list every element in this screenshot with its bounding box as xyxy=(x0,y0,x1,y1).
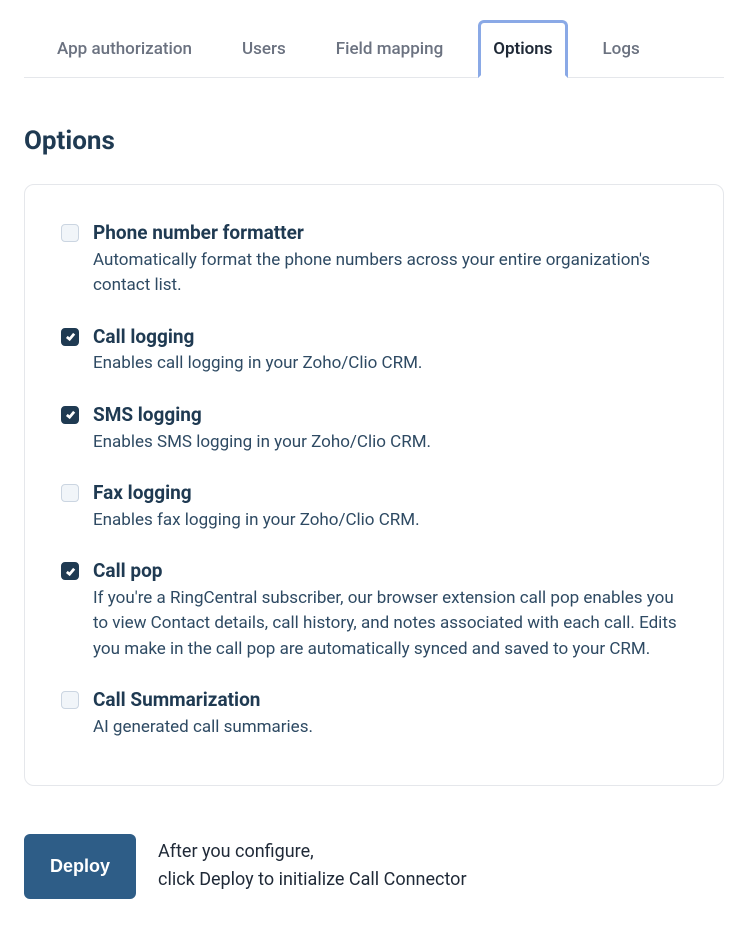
checkmark-icon xyxy=(65,331,76,342)
option-sms-logging: SMS logging Enables SMS logging in your … xyxy=(61,403,687,455)
option-call-logging: Call logging Enables call logging in you… xyxy=(61,325,687,377)
option-title: Call Summarization xyxy=(93,688,687,713)
option-title: Phone number formatter xyxy=(93,221,687,246)
options-card: Phone number formatter Automatically for… xyxy=(24,184,724,786)
option-phone-number-formatter: Phone number formatter Automatically for… xyxy=(61,221,687,299)
option-desc: Enables call logging in your Zoho/Clio C… xyxy=(93,351,687,377)
tabs-bar: App authorization Users Field mapping Op… xyxy=(24,0,724,78)
option-title: Call pop xyxy=(93,559,687,584)
tab-users[interactable]: Users xyxy=(227,20,301,78)
checkbox-call-logging[interactable] xyxy=(61,328,79,346)
checkbox-sms-logging[interactable] xyxy=(61,406,79,424)
option-desc: Enables fax logging in your Zoho/Clio CR… xyxy=(93,508,687,534)
option-title: Call logging xyxy=(93,325,687,350)
checkbox-call-summarization[interactable] xyxy=(61,691,79,709)
footer-line-2: click Deploy to initialize Call Connecto… xyxy=(158,866,467,894)
footer-text: After you configure, click Deploy to ini… xyxy=(158,838,467,894)
page-title: Options xyxy=(24,126,724,156)
option-call-summarization: Call Summarization AI generated call sum… xyxy=(61,688,687,740)
option-call-pop: Call pop If you're a RingCentral subscri… xyxy=(61,559,687,662)
option-desc: AI generated call summaries. xyxy=(93,715,687,741)
option-desc: Automatically format the phone numbers a… xyxy=(93,248,687,299)
tab-logs[interactable]: Logs xyxy=(588,20,655,78)
footer-line-1: After you configure, xyxy=(158,838,467,866)
tab-field-mapping[interactable]: Field mapping xyxy=(321,20,458,78)
checkmark-icon xyxy=(65,409,76,420)
deploy-button[interactable]: Deploy xyxy=(24,834,136,899)
checkbox-fax-logging[interactable] xyxy=(61,484,79,502)
option-desc: Enables SMS logging in your Zoho/Clio CR… xyxy=(93,430,687,456)
option-fax-logging: Fax logging Enables fax logging in your … xyxy=(61,481,687,533)
tab-app-authorization[interactable]: App authorization xyxy=(42,20,207,78)
option-title: Fax logging xyxy=(93,481,687,506)
checkmark-icon xyxy=(65,566,76,577)
option-title: SMS logging xyxy=(93,403,687,428)
checkbox-call-pop[interactable] xyxy=(61,562,79,580)
tab-options[interactable]: Options xyxy=(478,20,567,78)
footer: Deploy After you configure, click Deploy… xyxy=(24,834,724,899)
option-desc: If you're a RingCentral subscriber, our … xyxy=(93,586,687,663)
checkbox-phone-number-formatter[interactable] xyxy=(61,224,79,242)
